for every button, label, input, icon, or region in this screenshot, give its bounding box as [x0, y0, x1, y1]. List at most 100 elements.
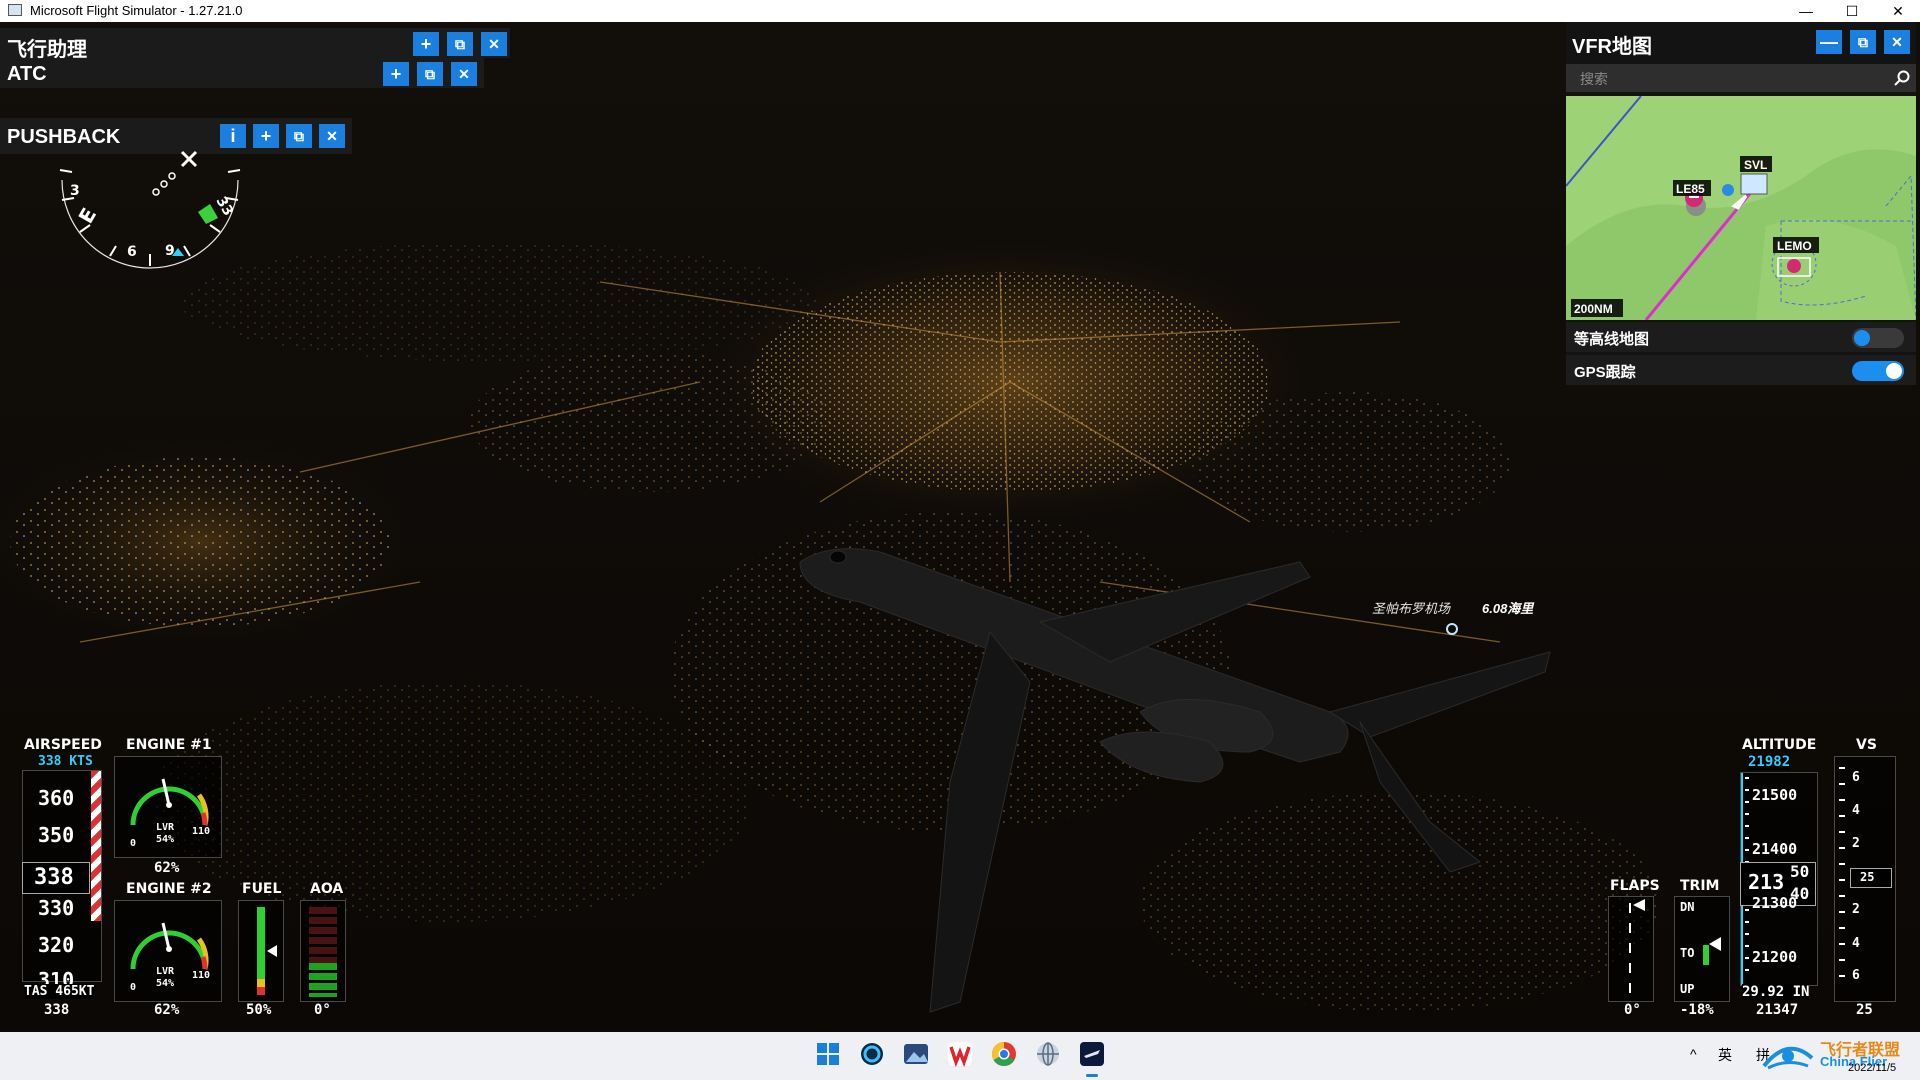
window-title: Microsoft Flight Simulator - 1.27.21.0 — [30, 3, 243, 18]
vs-value: 25 — [1856, 1002, 1873, 1018]
compass-label-9: 9 — [165, 243, 175, 259]
engine2-min: 0 — [130, 982, 137, 993]
vs-tick-4-down: 4 — [1852, 936, 1860, 951]
engine1-lvr-pct: 54% — [156, 834, 175, 845]
fuel-gauge — [238, 900, 284, 1002]
airspeed-tick-320: 320 — [38, 933, 75, 957]
pushback-close-button[interactable]: ✕ — [319, 124, 345, 148]
atc-popout-button[interactable]: ⧉ — [417, 62, 443, 86]
atc-add-button[interactable]: + — [383, 62, 409, 86]
taskbar: ^ 英 拼 飞行者联盟 China Flier 2022/11/5 — [0, 1032, 1920, 1080]
altitude-title: ALTITUDE — [1742, 737, 1817, 753]
vfr-search-input[interactable]: 搜索 — [1566, 64, 1916, 92]
compass-label-6: 6 — [127, 244, 137, 260]
atc-title: ATC — [7, 63, 47, 85]
gps-track-label: GPS跟踪 — [1574, 364, 1636, 381]
maximize-button[interactable]: ☐ — [1830, 0, 1874, 22]
vs-tick-2-down: 2 — [1852, 902, 1860, 917]
atc-panel-header: ATC + ⧉ ✕ — [0, 58, 484, 88]
photos-app-icon[interactable] — [902, 1040, 930, 1068]
ime-language[interactable]: 英 — [1718, 1045, 1732, 1065]
contour-map-label: 等高线地图 — [1574, 331, 1650, 348]
altitude-value: 21347 — [1756, 1002, 1799, 1018]
contour-map-row: 等高线地图 — [1566, 322, 1916, 352]
trim-to-label: TO — [1680, 946, 1695, 960]
map-scale: 200NM — [1574, 302, 1613, 316]
flight-simulator-icon[interactable] — [1078, 1040, 1106, 1068]
engine2-lvr-pct: 54% — [156, 978, 175, 989]
true-airspeed: TAS 465KT — [24, 984, 95, 999]
altitude-current-upper: 50 — [1790, 862, 1810, 881]
vfr-map-title: VFR地图 — [1572, 36, 1652, 58]
assistant-popout-button[interactable]: ⧉ — [447, 32, 473, 56]
altitude-tick-21400: 21400 — [1752, 840, 1798, 858]
heading-bug-icon — [198, 204, 218, 224]
chrome-icon[interactable] — [990, 1040, 1018, 1068]
vs-tick-2-up: 2 — [1852, 836, 1860, 851]
pushback-popout-button[interactable]: ⧉ — [286, 124, 312, 148]
altitude-selected: 21982 — [1748, 754, 1791, 770]
trim-value: -18% — [1680, 1002, 1714, 1018]
airspeed-tick-330: 330 — [38, 896, 75, 920]
airspeed-tick-350: 350 — [38, 823, 75, 847]
map-label-svl: SVL — [1744, 158, 1768, 172]
vfr-search-placeholder: 搜索 — [1580, 71, 1608, 87]
altitude-tick-21200: 21200 — [1752, 948, 1798, 966]
assistant-add-button[interactable]: + — [413, 32, 439, 56]
vfr-close-button[interactable]: ✕ — [1884, 30, 1910, 54]
cortana-icon[interactable] — [858, 1040, 886, 1068]
altitude-tick-21300: 21300 — [1752, 894, 1798, 912]
trim-dn-label: DN — [1680, 900, 1695, 914]
heading-compass: E 3 6 9 33 — [59, 150, 241, 269]
vfr-map-panel: VFR地图 — ⧉ ✕ 搜索 SVL LE85 LEMO 200NM 等高线地图… — [1565, 22, 1917, 385]
china-flier-logo-icon — [1762, 1046, 1814, 1070]
taskbar-date: 2022/11/5 — [1848, 1062, 1897, 1074]
minimize-button[interactable]: — — [1784, 0, 1828, 22]
lemo-airport-icon[interactable] — [1787, 259, 1801, 273]
fuel-value: 50% — [246, 1002, 272, 1018]
assistant-panel-header: 飞行助理 + ⧉ ✕ — [0, 28, 510, 61]
flaps-title: FLAPS — [1610, 878, 1660, 894]
active-app-indicator — [1086, 1074, 1098, 1077]
altitude-current-main: 213 — [1748, 870, 1785, 894]
gps-track-row: GPS跟踪 — [1566, 355, 1916, 385]
airspeed-current: 338 — [34, 865, 74, 890]
compass-label-3: 3 — [70, 183, 80, 199]
atc-close-button[interactable]: ✕ — [451, 62, 477, 86]
aircraft-heading-icon — [180, 150, 198, 168]
vfr-map-view[interactable]: SVL LE85 LEMO 200NM — [1565, 95, 1917, 321]
app-icon — [8, 4, 22, 16]
fuel-title: FUEL — [242, 881, 282, 897]
vs-tick-6-up: 6 — [1852, 770, 1860, 785]
engine2-title: ENGINE #2 — [126, 881, 212, 897]
gps-track-toggle[interactable] — [1852, 361, 1904, 381]
altitude-tick-21500: 21500 — [1752, 786, 1798, 804]
assistant-close-button[interactable]: ✕ — [481, 32, 507, 56]
engine1-title: ENGINE #1 — [126, 737, 212, 753]
flaps-gauge — [1608, 896, 1654, 1002]
vs-title: VS — [1856, 737, 1877, 753]
vfr-popout-button[interactable]: ⧉ — [1850, 30, 1876, 54]
contour-map-toggle[interactable] — [1852, 328, 1904, 348]
compass-label-e: E — [74, 204, 102, 228]
airport-label: 圣帕布罗机场 — [1372, 601, 1451, 616]
map-label-lemo: LEMO — [1777, 239, 1812, 253]
window-title-bar: Microsoft Flight Simulator - 1.27.21.0 —… — [0, 0, 1920, 22]
wps-office-icon[interactable] — [946, 1040, 974, 1068]
trim-up-label: UP — [1680, 982, 1695, 996]
airspeed-title: AIRSPEED — [24, 737, 102, 753]
vfr-minimize-button[interactable]: — — [1816, 30, 1842, 54]
vs-tick-4-up: 4 — [1852, 803, 1860, 818]
trim-title: TRIM — [1680, 878, 1720, 894]
aoa-value: 0° — [314, 1002, 331, 1018]
fuel-level-pointer — [267, 945, 277, 957]
vs-tick-6-down: 6 — [1852, 968, 1860, 983]
search-icon[interactable] — [1894, 70, 1910, 86]
airspeed-tick-360: 360 — [38, 786, 75, 810]
map-label-le85: LE85 — [1676, 182, 1705, 196]
windows-start-icon[interactable] — [814, 1040, 842, 1068]
engine1-max: 110 — [192, 826, 211, 837]
tray-overflow-button[interactable]: ^ — [1690, 1046, 1697, 1062]
globe-app-icon[interactable] — [1034, 1040, 1062, 1068]
close-window-button[interactable]: ✕ — [1876, 0, 1920, 22]
